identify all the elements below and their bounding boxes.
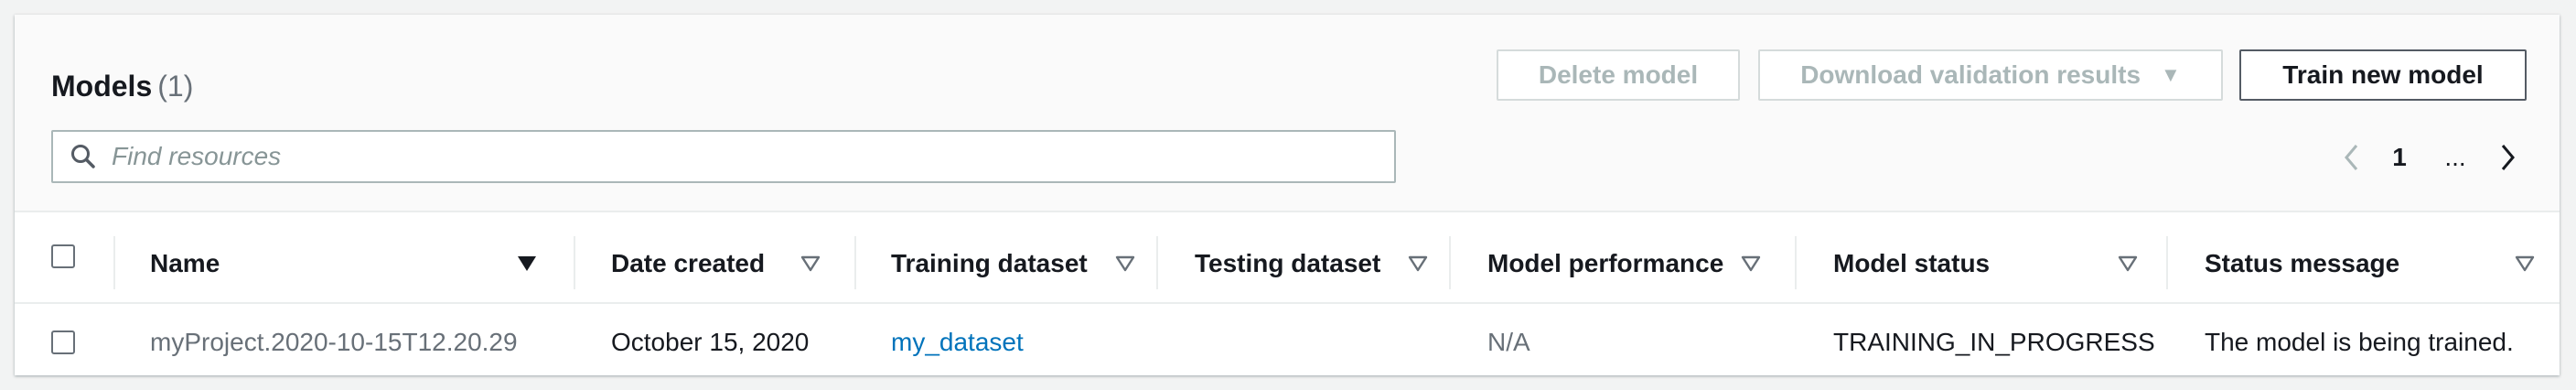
sort-icon[interactable] bbox=[2115, 251, 2141, 276]
model-status-cell: TRAINING_IN_PROGRESS bbox=[1833, 328, 2155, 356]
title-text: Models bbox=[51, 70, 153, 103]
column-header-status-message[interactable]: Status message bbox=[2205, 245, 2399, 282]
download-validation-results-button[interactable]: Download validation results ▼ bbox=[1758, 49, 2223, 101]
model-performance-cell: N/A bbox=[1487, 328, 1530, 356]
search-input[interactable] bbox=[110, 141, 1376, 172]
column-header-model-performance[interactable]: Model performance bbox=[1487, 245, 1723, 282]
model-name[interactable]: myProject.2020-10-15T12.20.29 bbox=[150, 326, 518, 359]
sort-descending-icon[interactable] bbox=[514, 251, 540, 276]
column-label-training-dataset: Training dataset bbox=[891, 249, 1088, 277]
pagination-ellipsis: ... bbox=[2444, 143, 2466, 171]
pagination: 1 ... bbox=[2338, 139, 2558, 176]
next-page-button[interactable] bbox=[2494, 139, 2521, 176]
column-label-model-performance: Model performance bbox=[1487, 249, 1724, 277]
column-separator bbox=[2166, 236, 2168, 289]
train-new-model-button[interactable]: Train new model bbox=[2239, 49, 2527, 101]
column-header-name[interactable]: Name bbox=[150, 245, 220, 282]
models-table-container: Models (1) Delete model Download validati… bbox=[15, 15, 2560, 375]
status-message-cell: The model is being trained. bbox=[2205, 328, 2514, 356]
sort-icon[interactable] bbox=[1112, 251, 1138, 276]
date-created-cell: October 15, 2020 bbox=[611, 328, 810, 356]
sort-icon[interactable] bbox=[798, 251, 823, 276]
training-dataset-link[interactable]: my_dataset bbox=[891, 326, 1024, 359]
download-validation-results-label: Download validation results bbox=[1800, 60, 2141, 89]
sort-icon[interactable] bbox=[1738, 251, 1764, 276]
column-separator bbox=[1795, 236, 1797, 289]
search-field[interactable] bbox=[51, 130, 1396, 183]
select-all-checkbox[interactable] bbox=[51, 244, 75, 268]
column-separator bbox=[574, 236, 575, 289]
delete-model-label: Delete model bbox=[1538, 60, 1699, 89]
row-select-checkbox[interactable] bbox=[51, 330, 75, 354]
caret-down-icon: ▼ bbox=[2161, 63, 2181, 86]
sort-icon[interactable] bbox=[1405, 251, 1431, 276]
column-label-status-message: Status message bbox=[2205, 249, 2400, 277]
column-label-testing-dataset: Testing dataset bbox=[1195, 249, 1381, 277]
column-label-name: Name bbox=[150, 249, 220, 277]
column-separator bbox=[1449, 236, 1451, 289]
column-label-model-status: Model status bbox=[1833, 249, 1991, 277]
column-header-training-dataset[interactable]: Training dataset bbox=[891, 245, 1088, 282]
row-divider bbox=[15, 302, 2560, 304]
column-header-testing-dataset[interactable]: Testing dataset bbox=[1195, 245, 1380, 282]
sort-icon[interactable] bbox=[2512, 251, 2538, 276]
page-title: Models (1) bbox=[51, 70, 193, 103]
model-count: (1) bbox=[157, 70, 194, 103]
delete-model-button[interactable]: Delete model bbox=[1497, 49, 1740, 101]
column-header-date-created[interactable]: Date created bbox=[611, 245, 765, 282]
column-separator bbox=[113, 236, 115, 289]
page-1-button[interactable]: 1 bbox=[2386, 139, 2413, 176]
table-header: Models (1) Delete model Download validati… bbox=[15, 15, 2560, 212]
column-separator bbox=[854, 236, 856, 289]
train-new-model-label: Train new model bbox=[2282, 60, 2484, 89]
chevron-left-icon bbox=[2345, 145, 2358, 170]
search-icon bbox=[71, 145, 95, 168]
column-label-date-created: Date created bbox=[611, 249, 766, 277]
header-divider bbox=[15, 211, 2560, 212]
previous-page-button[interactable] bbox=[2338, 139, 2366, 176]
column-header-model-status[interactable]: Model status bbox=[1833, 245, 1990, 282]
column-separator bbox=[1156, 236, 1158, 289]
chevron-right-icon bbox=[2501, 145, 2515, 170]
